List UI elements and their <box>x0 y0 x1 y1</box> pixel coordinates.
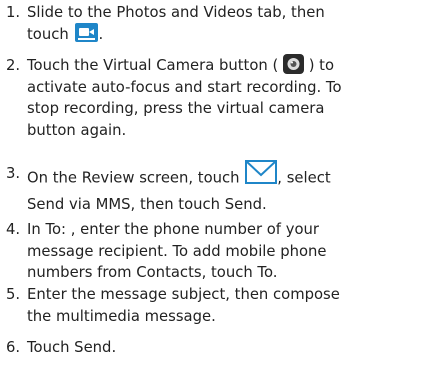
envelope-icon <box>245 160 278 191</box>
video-camera-icon <box>75 23 99 42</box>
step-number: 2. <box>6 57 21 74</box>
step-text: Touch Send. <box>27 339 117 356</box>
camera-shutter-icon <box>282 54 304 74</box>
step-text: On the Review screen, touch , select Sen… <box>27 160 423 215</box>
step-number: 1. <box>6 4 21 21</box>
step-text: Touch the Virtual Camera button ( ) to a… <box>27 54 423 141</box>
step-number: 4. <box>6 221 21 238</box>
step-text: In To: , enter the phone number of your … <box>27 221 327 281</box>
step-text: Slide to the Photos and Videos tab, then… <box>27 4 325 43</box>
step-number: 3. <box>6 165 21 182</box>
step-number: 5. <box>6 286 21 303</box>
step-number: 6. <box>6 339 21 356</box>
step-text: Enter the message subject, then compose … <box>27 286 340 325</box>
